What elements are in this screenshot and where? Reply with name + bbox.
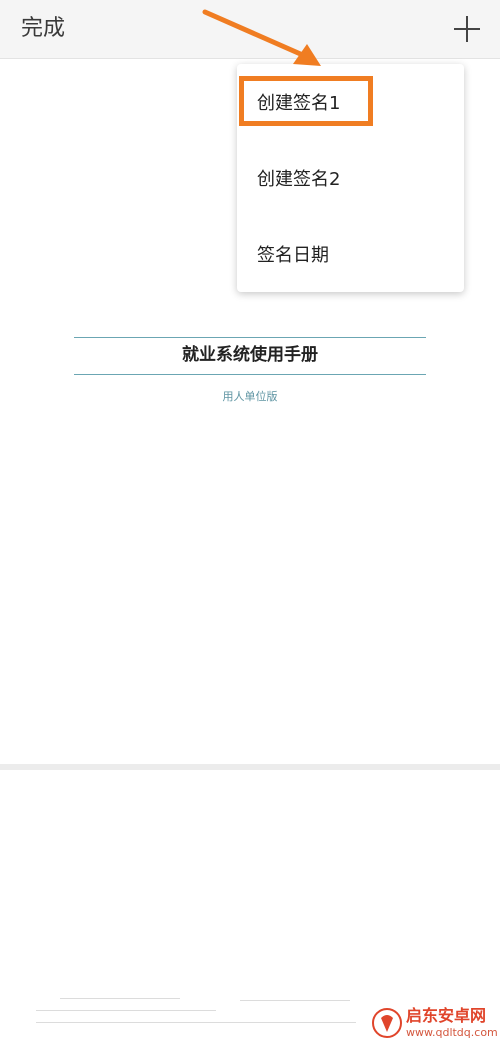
document-title: 就业系统使用手册 <box>182 345 318 365</box>
document-page-2[interactable] <box>0 770 500 1044</box>
faint-text-line <box>240 1000 350 1001</box>
plus-icon <box>454 16 480 42</box>
add-signature-menu: 创建签名1 创建签名2 签名日期 <box>237 64 464 292</box>
faint-text-line <box>36 1010 216 1011</box>
faint-text-line <box>36 1022 356 1023</box>
title-rule-bottom <box>74 374 426 375</box>
menu-item-create-signature-1[interactable]: 创建签名1 <box>237 72 464 136</box>
done-button[interactable]: 完成 <box>21 14 65 44</box>
menu-item-create-signature-2[interactable]: 创建签名2 <box>237 148 464 212</box>
faint-text-line <box>60 998 180 999</box>
menu-item-label: 创建签名1 <box>257 93 341 114</box>
top-toolbar: 完成 <box>0 0 500 59</box>
document-subtitle: 用人单位版 <box>222 390 278 403</box>
title-rule-top <box>74 337 426 338</box>
menu-item-label: 创建签名2 <box>257 169 341 190</box>
menu-item-label: 签名日期 <box>257 245 329 266</box>
add-button[interactable] <box>450 12 484 46</box>
menu-item-signature-date[interactable]: 签名日期 <box>237 224 464 288</box>
